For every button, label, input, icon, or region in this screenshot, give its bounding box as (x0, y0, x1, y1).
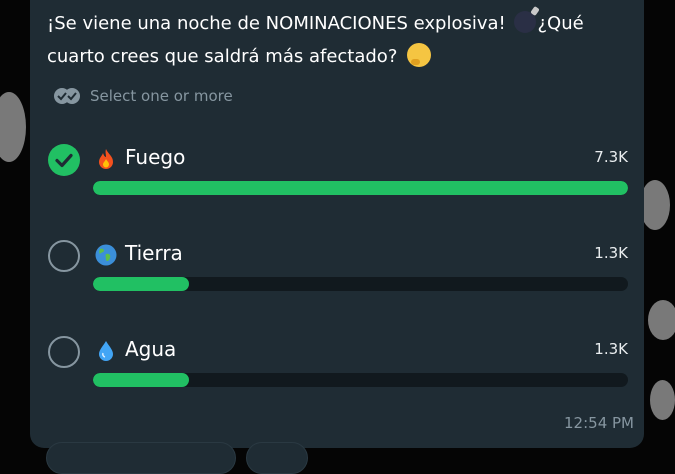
poll-option-vote-count: 1.3K (594, 244, 628, 262)
poll-option-progress-bar (93, 181, 628, 195)
poll-option-fuego[interactable]: Fuego 7.3K (46, 144, 636, 214)
fire-emoji-icon (99, 149, 113, 169)
double-check-icon (54, 88, 80, 104)
poll-option-progress-bar (93, 373, 628, 387)
poll-option-label: Agua (125, 337, 177, 361)
poll-hint-text: Select one or more (90, 87, 233, 105)
checkbox-unchecked-icon[interactable] (48, 240, 80, 272)
poll-option-tierra[interactable]: Tierra 1.3K (46, 240, 636, 310)
background-decoration (640, 180, 670, 230)
poll-option-progress-fill (93, 181, 628, 195)
poll-option-progress-fill (93, 373, 190, 387)
background-decoration (648, 300, 675, 340)
poll-hint: Select one or more (52, 86, 233, 106)
bomb-emoji-icon (513, 11, 536, 33)
thinking-face-emoji-icon (407, 43, 432, 67)
background-decoration (650, 380, 675, 420)
poll-option-progress-bar (93, 277, 628, 291)
globe-emoji-icon (95, 244, 117, 266)
poll-option-progress-fill (93, 277, 190, 291)
reaction-pill[interactable] (46, 442, 236, 474)
droplet-emoji-icon (99, 341, 113, 361)
poll-option-label: Tierra (125, 241, 183, 265)
poll-option-label: Fuego (125, 145, 186, 169)
background-decoration (0, 92, 26, 162)
message-timestamp: 12:54 PM (564, 414, 634, 432)
poll-option-agua[interactable]: Agua 1.3K (46, 336, 636, 406)
checkbox-unchecked-icon[interactable] (48, 336, 80, 368)
checkbox-checked-icon[interactable] (48, 144, 80, 176)
poll-option-vote-count: 7.3K (594, 148, 628, 166)
poll-question-text-1: ¡Se viene una noche de NOMINACIONES expl… (47, 13, 512, 34)
reaction-pill[interactable] (246, 442, 308, 474)
poll-option-vote-count: 1.3K (594, 340, 628, 358)
poll-question: ¡Se viene una noche de NOMINACIONES expl… (47, 7, 607, 73)
